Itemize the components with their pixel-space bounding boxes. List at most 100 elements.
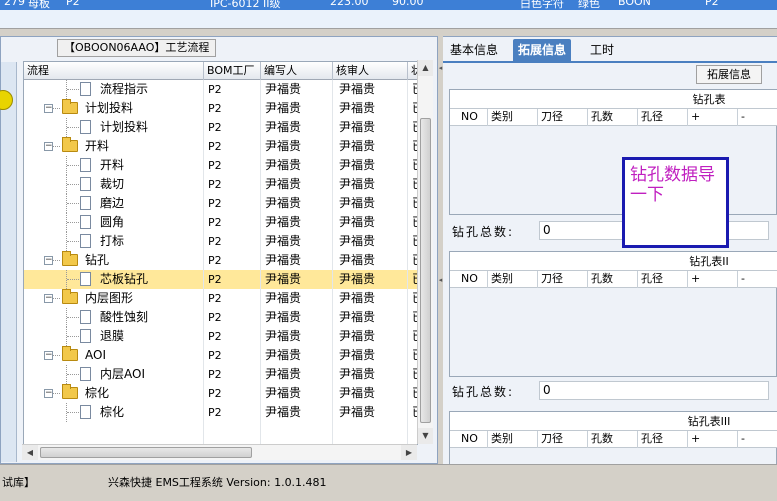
grid-vertical-scrollbar[interactable]: ▲ ▼ (417, 60, 433, 444)
drill-column-header[interactable]: NO (458, 109, 488, 126)
document-icon (80, 158, 91, 172)
writer-cell: 尹福贵 (265, 82, 302, 96)
bom-factory-cell: P2 (208, 292, 222, 305)
table-row[interactable]: 计划投料P2尹福贵尹福贵已审 (24, 118, 417, 137)
drill-column-header[interactable]: - (738, 431, 777, 448)
writer-cell: 尹福贵 (265, 386, 302, 400)
tree-connector (52, 355, 60, 356)
scroll-left-arrow-icon[interactable]: ◀ (22, 445, 38, 460)
tree-expand-icon[interactable]: − (44, 142, 53, 151)
bom-factory-cell: P2 (208, 387, 222, 400)
drill-column-header[interactable]: 刀径 (538, 109, 588, 126)
drill-column-header[interactable]: + (688, 431, 738, 448)
drill-column-header[interactable]: 孔数 (588, 271, 638, 288)
table-row[interactable]: −内层图形P2尹福贵尹福贵已审 (24, 289, 417, 308)
folder-icon (62, 99, 78, 114)
drill-column-header[interactable]: NO (458, 271, 488, 288)
folder-icon (62, 384, 78, 399)
writer-cell: 尹福贵 (265, 101, 302, 115)
table-row[interactable]: 打标P2尹福贵尹福贵已审 (24, 232, 417, 251)
table-row[interactable]: 酸性蚀刻P2尹福贵尹福贵已审 (24, 308, 417, 327)
drill-column-header[interactable]: 孔径 (638, 271, 688, 288)
grid-column-header[interactable]: 核审人 (333, 62, 408, 80)
grid-column-header[interactable]: 流程 (24, 62, 204, 80)
process-flow-panel: 【OBOON06AAO】工艺流程 流程BOM工厂编写人核审人状态 流程指示 P2 尹… (0, 36, 438, 464)
drill-total-label: 钻孔总数: (452, 225, 515, 239)
document-icon (80, 405, 91, 419)
writer-cell: 尹福贵 (265, 291, 302, 305)
top-grid-selected-row[interactable]: 279 母板 P2 IPC-6012 II级 223.00 90.00 白色字符 绿色 BOON… (0, 0, 777, 10)
table-row[interactable]: 磨边P2尹福贵尹福贵已审 (24, 194, 417, 213)
tab-3[interactable]: 工时 (585, 39, 619, 61)
grid-column-divider (260, 80, 261, 444)
annotation-callout: 钻孔数据导一下 (622, 157, 729, 248)
drill-column-header[interactable]: - (738, 271, 777, 288)
process-step-name: 内层图形 (85, 291, 134, 305)
drill-column-header[interactable]: 刀径 (538, 271, 588, 288)
tree-expand-icon[interactable]: − (44, 351, 53, 360)
table-row[interactable]: 圆角P2尹福贵尹福贵已审 (24, 213, 417, 232)
scroll-thumb-horizontal[interactable] (40, 447, 252, 458)
tree-expand-icon[interactable]: − (44, 389, 53, 398)
scroll-up-arrow-icon[interactable]: ▲ (418, 60, 433, 76)
top-row-cell: P2 (66, 0, 80, 8)
tree-expand-icon[interactable]: − (44, 104, 53, 113)
status-indicator-icon (0, 90, 13, 110)
document-icon (80, 234, 91, 248)
table-row[interactable]: 内层AOIP2尹福贵尹福贵已审 (24, 365, 417, 384)
table-row[interactable]: 芯板钻孔P2尹福贵尹福贵已审 (24, 270, 417, 289)
reviewer-cell: 尹福贵 (339, 120, 376, 134)
top-row-cell: 绿色 (578, 0, 600, 10)
grid-horizontal-scrollbar[interactable]: ◀ ▶ (22, 444, 417, 460)
drill-column-header[interactable]: 孔数 (588, 431, 638, 448)
table-row[interactable]: −计划投料P2尹福贵尹福贵已审 (24, 99, 417, 118)
table-row[interactable]: −开料P2尹福贵尹福贵已审 (24, 137, 417, 156)
table-row[interactable]: −AOIP2尹福贵尹福贵已审 (24, 346, 417, 365)
grid-column-header[interactable]: BOM工厂 (204, 62, 261, 80)
table-row[interactable]: −棕化P2尹福贵尹福贵已审 (24, 384, 417, 403)
scroll-right-arrow-icon[interactable]: ▶ (401, 445, 417, 460)
drill-column-header[interactable]: 类别 (488, 431, 538, 448)
drill-column-header[interactable]: - (738, 109, 777, 126)
bom-factory-cell: P2 (208, 406, 222, 419)
grid-column-header[interactable]: 编写人 (261, 62, 333, 80)
tab-1[interactable]: 基本信息 (445, 39, 503, 61)
process-step-name: 开料 (85, 139, 110, 153)
tree-expand-icon[interactable]: − (44, 294, 53, 303)
status-left-text: 试库】 (2, 476, 35, 489)
bom-factory-cell: P2 (208, 349, 222, 362)
table-row[interactable]: −钻孔P2尹福贵尹福贵已审 (24, 251, 417, 270)
drill-column-header[interactable]: 类别 (488, 109, 538, 126)
document-icon (80, 177, 91, 191)
reviewer-cell: 尹福贵 (339, 139, 376, 153)
table-row[interactable]: 流程指示P2尹福贵尹福贵已审 (24, 80, 417, 99)
drill-column-header[interactable]: 孔径 (638, 431, 688, 448)
process-tree-grid: 流程BOM工厂编写人核审人状态 流程指示P2尹福贵尹福贵已审−计划投料P2尹福贵… (23, 61, 418, 445)
drill-column-header[interactable]: 刀径 (538, 431, 588, 448)
drill-column-header[interactable]: NO (458, 431, 488, 448)
process-step-name: 圆角 (100, 215, 125, 229)
table-row[interactable]: 开料P2尹福贵尹福贵已审 (24, 156, 417, 175)
drill-column-header[interactable]: + (688, 271, 738, 288)
document-icon (80, 272, 91, 286)
tree-expand-icon[interactable]: − (44, 256, 53, 265)
drill-column-header[interactable]: 孔数 (588, 109, 638, 126)
drill-column-header[interactable]: + (688, 109, 738, 126)
drill-total-field[interactable]: 0 (539, 381, 769, 400)
process-step-name: 棕化 (100, 405, 125, 419)
table-row[interactable]: 裁切P2尹福贵尹福贵已审 (24, 175, 417, 194)
drill-column-header[interactable]: 孔径 (638, 109, 688, 126)
reviewer-cell: 尹福贵 (339, 405, 376, 419)
process-step-name: 芯板钻孔 (100, 272, 149, 286)
process-step-name: 棕化 (85, 386, 110, 400)
drill-column-header[interactable]: 类别 (488, 271, 538, 288)
table-row[interactable]: 棕化P2尹福贵尹福贵已审 (24, 403, 417, 422)
tab-2[interactable]: 拓展信息 (513, 39, 572, 61)
folder-icon (62, 251, 78, 266)
detail-panel: 基本信息 拓展信息 工时 拓展信息 钻孔表 NO 类别 刀径 孔数 孔径 + - 钻孔总数: 0… (443, 36, 777, 465)
writer-cell: 尹福贵 (265, 139, 302, 153)
bom-factory-cell: P2 (208, 121, 222, 134)
scroll-down-arrow-icon[interactable]: ▼ (418, 428, 433, 444)
scroll-thumb[interactable] (420, 118, 431, 423)
table-row[interactable]: 退膜P2尹福贵尹福贵已审 (24, 327, 417, 346)
